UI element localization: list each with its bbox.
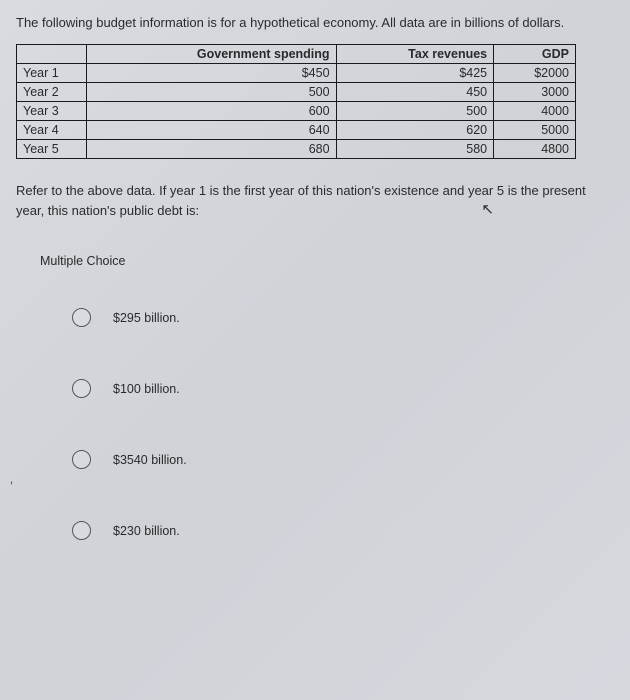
cell-tax: $425 [336, 64, 494, 83]
row-label: Year 1 [17, 64, 87, 83]
row-label: Year 5 [17, 140, 87, 159]
cell-spending: 500 [87, 83, 337, 102]
cursor-icon: ↖ [481, 199, 494, 222]
cell-spending: $450 [87, 64, 337, 83]
multiple-choice-label: Multiple Choice [40, 254, 614, 268]
cell-spending: 680 [87, 140, 337, 159]
header-tax: Tax revenues [336, 45, 494, 64]
radio-icon[interactable] [72, 450, 91, 469]
table-row: Year 1 $450 $425 $2000 [17, 64, 576, 83]
option-b[interactable]: $100 billion. [72, 379, 614, 398]
radio-icon[interactable] [72, 379, 91, 398]
header-spending: Government spending [87, 45, 337, 64]
question-content: Refer to the above data. If year 1 is th… [16, 183, 586, 218]
cell-gdp: 4000 [494, 102, 576, 121]
option-text: $295 billion. [113, 311, 180, 325]
option-a[interactable]: $295 billion. [72, 308, 614, 327]
radio-icon[interactable] [72, 308, 91, 327]
table-row: Year 2 500 450 3000 [17, 83, 576, 102]
cell-gdp: $2000 [494, 64, 576, 83]
cell-spending: 600 [87, 102, 337, 121]
cell-spending: 640 [87, 121, 337, 140]
budget-table: Government spending Tax revenues GDP Yea… [16, 44, 576, 159]
table-row: Year 5 680 580 4800 [17, 140, 576, 159]
header-gdp: GDP [494, 45, 576, 64]
row-label: Year 3 [17, 102, 87, 121]
row-label: Year 4 [17, 121, 87, 140]
option-text: $3540 billion. [113, 453, 187, 467]
option-text: $100 billion. [113, 382, 180, 396]
table-header-row: Government spending Tax revenues GDP [17, 45, 576, 64]
cell-tax: 500 [336, 102, 494, 121]
cell-tax: 620 [336, 121, 494, 140]
intro-text: The following budget information is for … [16, 14, 614, 32]
cell-tax: 580 [336, 140, 494, 159]
cell-gdp: 3000 [494, 83, 576, 102]
cell-gdp: 4800 [494, 140, 576, 159]
cell-gdp: 5000 [494, 121, 576, 140]
option-text: $230 billion. [113, 524, 180, 538]
header-empty [17, 45, 87, 64]
radio-icon[interactable] [72, 521, 91, 540]
cell-tax: 450 [336, 83, 494, 102]
row-label: Year 2 [17, 83, 87, 102]
options-group: $295 billion. $100 billion. $3540 billio… [72, 308, 614, 540]
margin-tick: , [10, 474, 13, 486]
question-text: Refer to the above data. If year 1 is th… [16, 181, 614, 220]
table-row: Year 3 600 500 4000 [17, 102, 576, 121]
option-c[interactable]: $3540 billion. [72, 450, 614, 469]
option-d[interactable]: $230 billion. [72, 521, 614, 540]
table-row: Year 4 640 620 5000 [17, 121, 576, 140]
